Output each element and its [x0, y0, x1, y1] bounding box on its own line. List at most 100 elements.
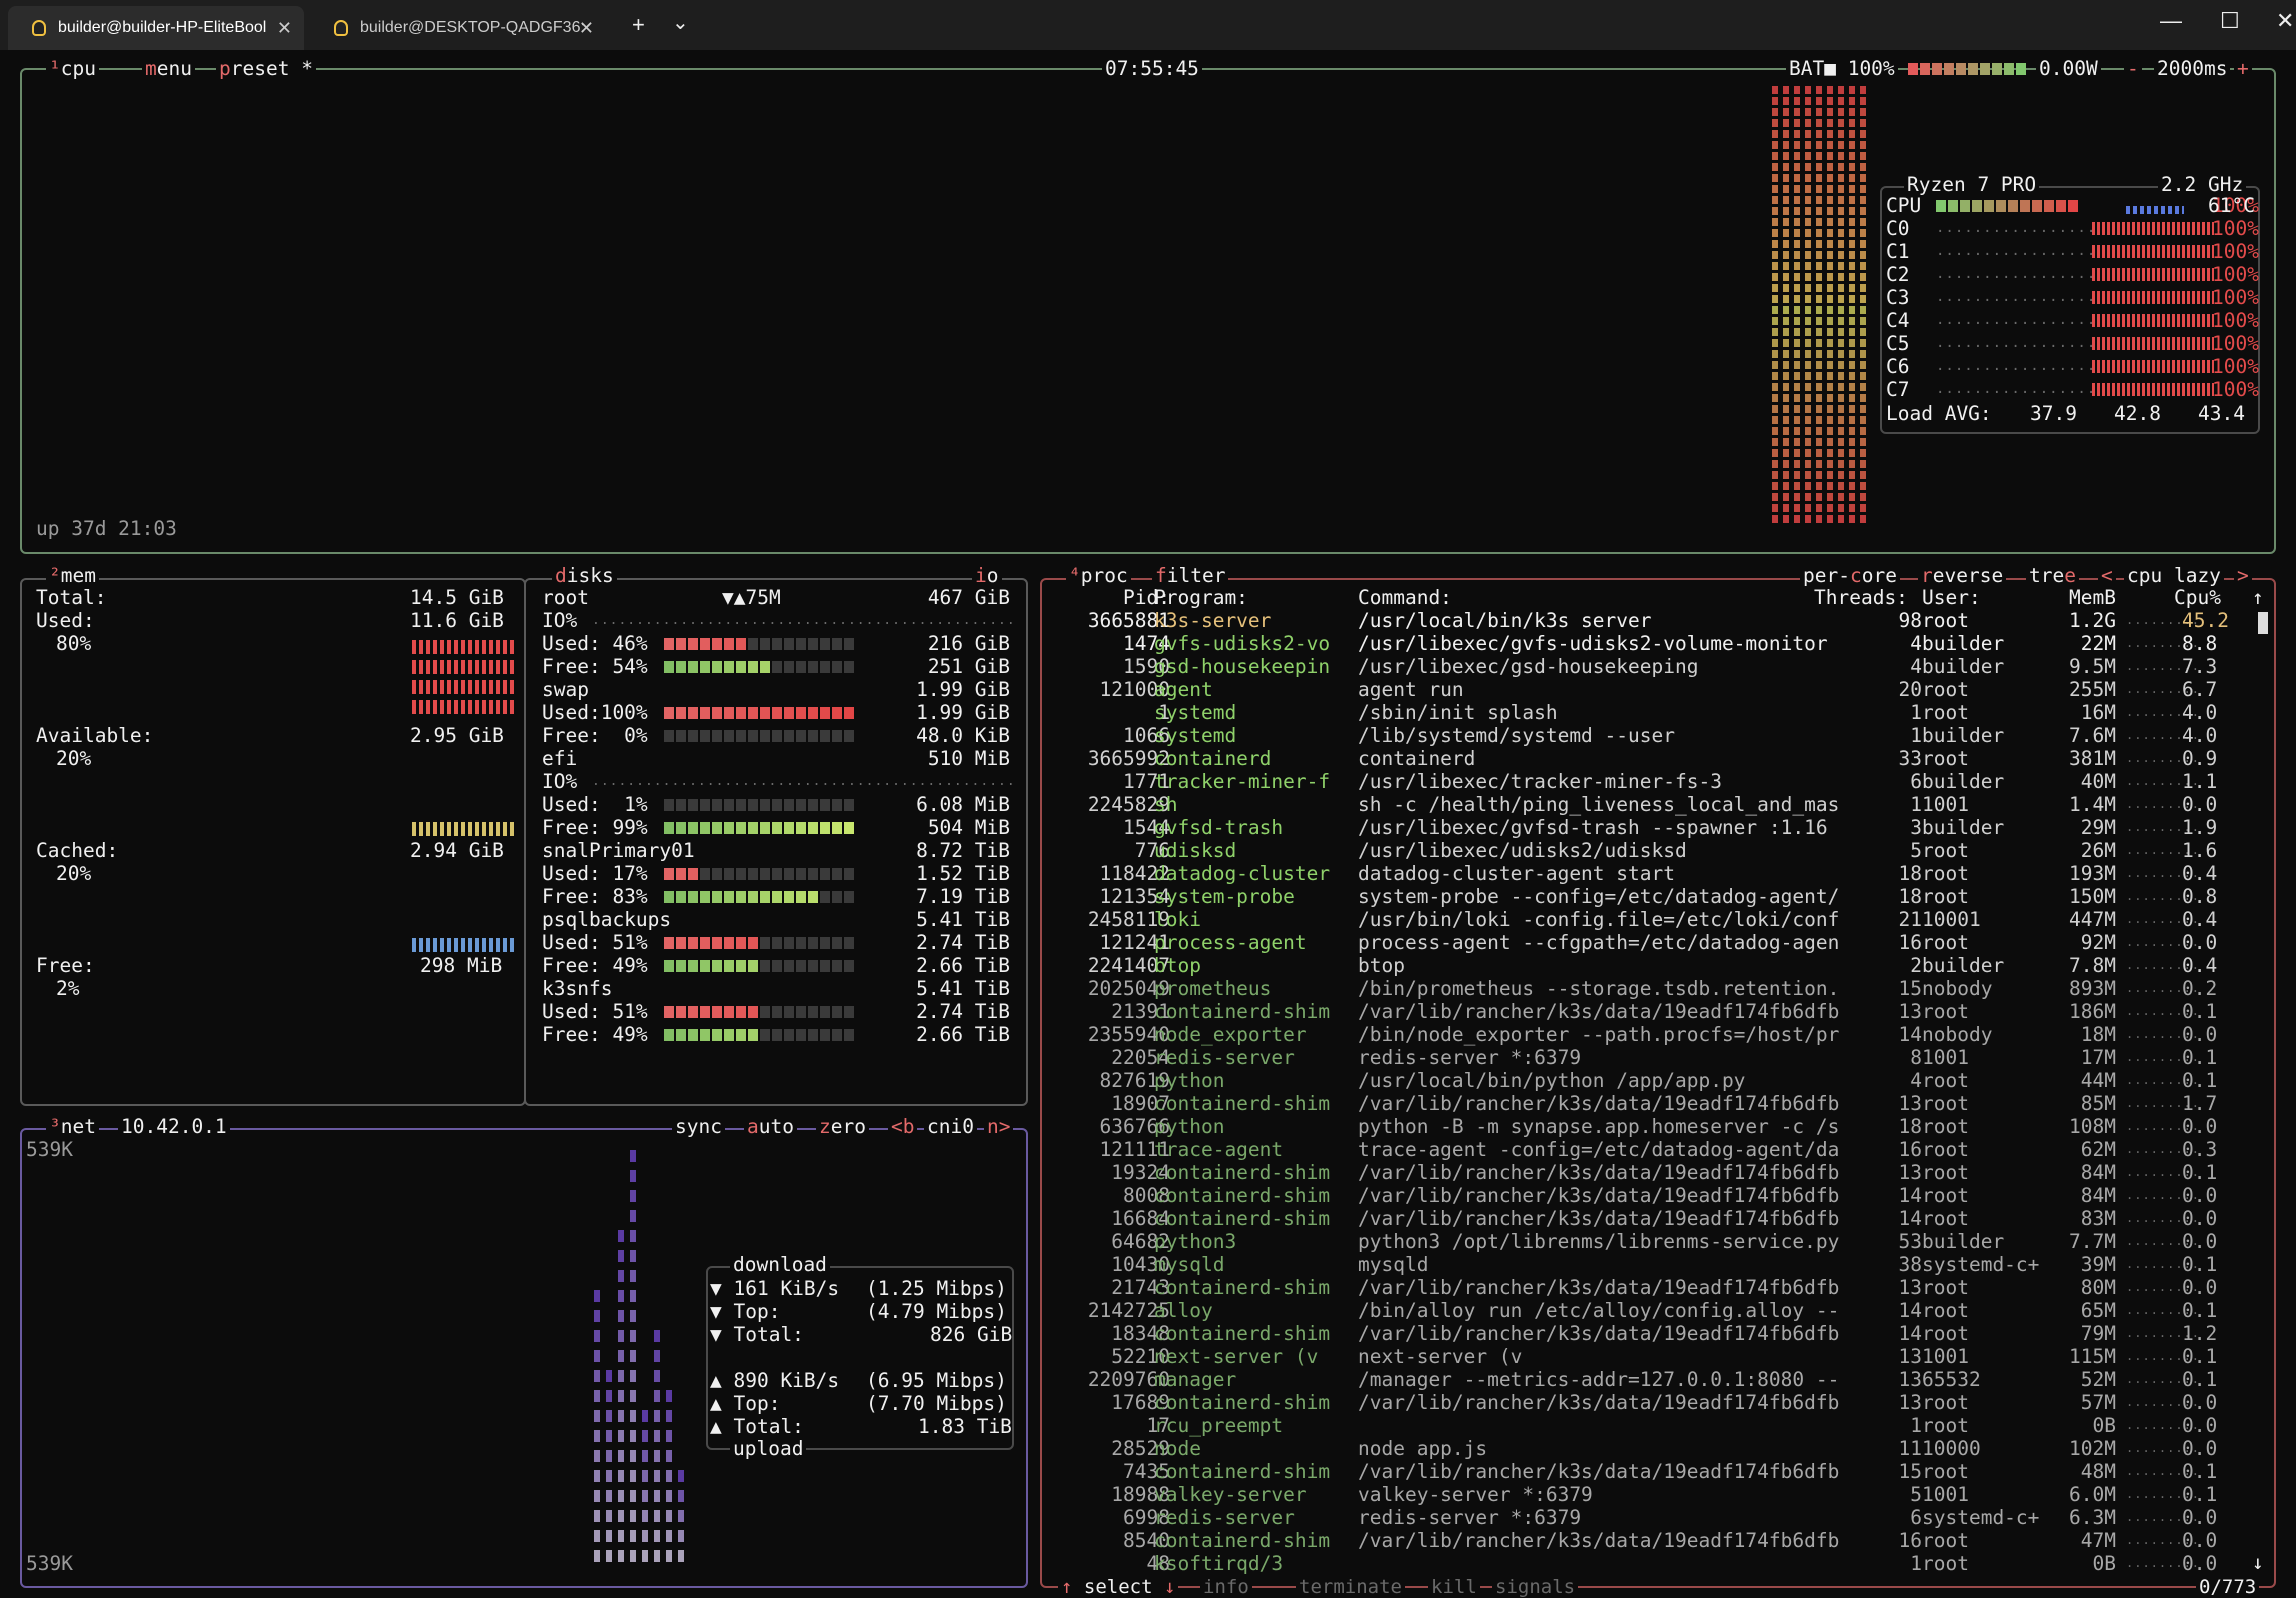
net-prev-iface-button[interactable]: <b — [888, 1116, 918, 1138]
process-row[interactable]: 2458119 loki/usr/bin/loki -config.file=/e… — [1044, 908, 2254, 931]
process-row[interactable]: 121000 agent agent run 20 root 255M......... 6… — [1044, 678, 2254, 701]
col-command[interactable]: Command: — [1358, 586, 1452, 609]
net-sync-button[interactable]: sync — [672, 1116, 725, 1138]
scroll-up-icon[interactable]: ↑ — [2252, 586, 2264, 609]
col-threads[interactable]: Threads: — [1814, 586, 1908, 609]
process-row[interactable]: 48 ksoftirqd/3 1 root 0B......... 0.0 — [1044, 1552, 2254, 1575]
graph-cell — [1794, 86, 1800, 94]
proc-panel-title[interactable]: ⁴proc — [1066, 565, 1131, 587]
process-row[interactable]: 21743 containerd-shim/var/lib/rancher/k3s… — [1044, 1276, 2254, 1299]
process-row[interactable]: 19324 containerd-shim/var/lib/rancher/k3s… — [1044, 1161, 2254, 1184]
sort-prev-button[interactable]: < — [2098, 565, 2116, 587]
process-row[interactable]: 7435 containerd-shim/var/lib/rancher/k3s/… — [1044, 1460, 2254, 1483]
graph-cell — [1849, 405, 1855, 413]
process-row[interactable]: 3665881 k3s-server/usr/local/bin/k3s serv… — [1044, 609, 2254, 632]
net-zero-button[interactable]: zero — [816, 1116, 869, 1138]
process-row[interactable]: 2355940 node_exporter/bin/node_exporter -… — [1044, 1023, 2254, 1046]
process-row[interactable]: 18348 containerd-shim/var/lib/rancher/k3s… — [1044, 1322, 2254, 1345]
process-row[interactable]: 2245829 sh sh -c /health/ping_liveness_loc… — [1044, 793, 2254, 816]
minimize-button[interactable]: — — [2160, 8, 2182, 34]
graph-cell — [1816, 207, 1822, 215]
io-toggle-button[interactable]: io — [972, 565, 1002, 587]
process-row[interactable]: 64682 python3 python3 /opt/librenms/libren… — [1044, 1230, 2254, 1253]
proc-program: loki — [1154, 908, 1201, 931]
process-row[interactable]: 8540 containerd-shim/var/lib/rancher/k3s/… — [1044, 1529, 2254, 1552]
process-row[interactable]: 2025049 prometheus/bin/prometheus --stora… — [1044, 977, 2254, 1000]
graph-cell — [1849, 97, 1855, 105]
process-row[interactable]: 10430 mysqld mysqld 38 systemd-c+ 39M........… — [1044, 1253, 2254, 1276]
process-row[interactable]: 17 rcu_preempt 1 root 0B......... 0.0 — [1044, 1414, 2254, 1437]
col-mem[interactable]: MemB — [2060, 586, 2116, 609]
core-percent: 100% — [2212, 332, 2259, 355]
tab-builder-hp[interactable]: builder@builder-HP-EliteBool ✕ — [8, 6, 304, 50]
process-row[interactable]: 2209760 manager/manager --metrics-addr=12… — [1044, 1368, 2254, 1391]
process-row[interactable]: 16684 containerd-shim/var/lib/rancher/k3s… — [1044, 1207, 2254, 1230]
info-button[interactable]: info — [1200, 1576, 1252, 1598]
net-graph-cell — [630, 1190, 636, 1202]
graph-cell — [1772, 372, 1778, 380]
process-row[interactable]: 118422 datadog-cluster datadog-cluster-age… — [1044, 862, 2254, 885]
net-next-iface-button[interactable]: n> — [984, 1116, 1014, 1138]
preset-button[interactable]: preset * — [216, 58, 316, 80]
process-row[interactable]: 21391 containerd-shim/var/lib/rancher/k3s… — [1044, 1000, 2254, 1023]
signals-button[interactable]: signals — [1492, 1576, 1579, 1598]
reverse-toggle[interactable]: reverse — [1918, 565, 2007, 587]
process-row[interactable]: 17689 containerd-shim/var/lib/rancher/k3s… — [1044, 1391, 2254, 1414]
disks-panel-title[interactable]: disks — [552, 565, 617, 587]
meter-cell — [832, 891, 842, 903]
interval-increase-button[interactable]: + — [2234, 58, 2252, 80]
col-cpu[interactable]: Cpu% — [2174, 586, 2221, 609]
process-row[interactable]: 1 systemd/sbin/init splash 1 root 16M.......… — [1044, 701, 2254, 724]
sort-mode[interactable]: cpu lazy — [2124, 565, 2224, 587]
process-row[interactable]: 121354 system-probe system-probe --config=… — [1044, 885, 2254, 908]
tab-dropdown-icon[interactable]: ⌄ — [672, 10, 689, 35]
menu-button[interactable]: menu — [142, 58, 195, 80]
new-tab-button[interactable]: + — [632, 12, 645, 38]
sort-next-button[interactable]: > — [2234, 565, 2252, 587]
proc-scrollbar-thumb[interactable] — [2258, 612, 2268, 634]
process-row[interactable]: 6998 redis-server redis-server *:6379 6 syst… — [1044, 1506, 2254, 1529]
close-window-button[interactable]: ✕ — [2276, 8, 2294, 34]
process-row[interactable]: 1590 gsd-housekeepin/usr/libexec/gsd-hous… — [1044, 655, 2254, 678]
kill-button[interactable]: kill — [1428, 1576, 1480, 1598]
process-row[interactable]: 2142725 alloy/bin/alloy run /etc/alloy/co… — [1044, 1299, 2254, 1322]
interval-decrease-button[interactable]: - — [2124, 58, 2142, 80]
process-row[interactable]: 18988 valkey-server valkey-server *:6379 5 1… — [1044, 1483, 2254, 1506]
process-row[interactable]: 3665992 containerd containerd 33 root 381M...… — [1044, 747, 2254, 770]
net-auto-button[interactable]: auto — [744, 1116, 797, 1138]
process-row[interactable]: 18907 containerd-shim/var/lib/rancher/k3s… — [1044, 1092, 2254, 1115]
graph-cell — [1783, 350, 1789, 358]
col-program[interactable]: Program: — [1154, 586, 1248, 609]
tree-toggle[interactable]: tree — [2026, 565, 2079, 587]
process-row[interactable]: 1066 systemd/lib/systemd/systemd --user 1 b… — [1044, 724, 2254, 747]
process-row[interactable]: 22054 redis-server redis-server *:6379 8 100… — [1044, 1046, 2254, 1069]
process-row[interactable]: 1771 tracker-miner-f/usr/libexec/tracker-… — [1044, 770, 2254, 793]
maximize-button[interactable]: ☐ — [2220, 8, 2240, 34]
close-tab-icon[interactable]: ✕ — [579, 18, 594, 39]
mem-panel-title[interactable]: ²mem — [46, 565, 99, 587]
meter-cell — [796, 1029, 806, 1041]
select-button[interactable]: ↑ select ↓ — [1058, 1576, 1179, 1598]
meter-cell — [820, 1029, 830, 1041]
meter-cell — [736, 638, 746, 650]
process-row[interactable]: 121241 process-agent process-agent --cfgpa… — [1044, 931, 2254, 954]
per-core-toggle[interactable]: per-core — [1800, 565, 1900, 587]
proc-filter-button[interactable]: filter — [1152, 565, 1229, 587]
tab-desktop[interactable]: builder@DESKTOP-QADGF36: ✕ — [310, 6, 606, 50]
process-row[interactable]: 1474 gvfs-udisks2-vo/usr/libexec/gvfs-udi… — [1044, 632, 2254, 655]
process-row[interactable]: 827619 python/usr/local/bin/python /app/a… — [1044, 1069, 2254, 1092]
process-row[interactable]: 52210 next-server (v next-server (v 13 1001 1… — [1044, 1345, 2254, 1368]
col-user[interactable]: User: — [1922, 586, 1981, 609]
process-row[interactable]: 28529 node node app.js 11 10000 102M.........… — [1044, 1437, 2254, 1460]
process-row[interactable]: 636766 python python -B -m synapse.app.hom… — [1044, 1115, 2254, 1138]
cpu-panel-title[interactable]: ¹cpu — [46, 58, 99, 80]
process-row[interactable]: 1544 gvfsd-trash/usr/libexec/gvfsd-trash … — [1044, 816, 2254, 839]
close-tab-icon[interactable]: ✕ — [277, 18, 292, 39]
process-row[interactable]: 8008 containerd-shim/var/lib/rancher/k3s/… — [1044, 1184, 2254, 1207]
process-row[interactable]: 121111 trace-agent trace-agent -config=/et… — [1044, 1138, 2254, 1161]
process-row[interactable]: 2241407 btop btop 2 builder 7.8M......... 0.4 — [1044, 954, 2254, 977]
disk-io-label: IO% — [542, 609, 578, 632]
net-panel-title[interactable]: ³net — [46, 1116, 99, 1138]
process-row[interactable]: 776 udisksd/usr/libexec/udisks2/udisksd 5 r… — [1044, 839, 2254, 862]
terminate-button[interactable]: terminate — [1296, 1576, 1405, 1598]
